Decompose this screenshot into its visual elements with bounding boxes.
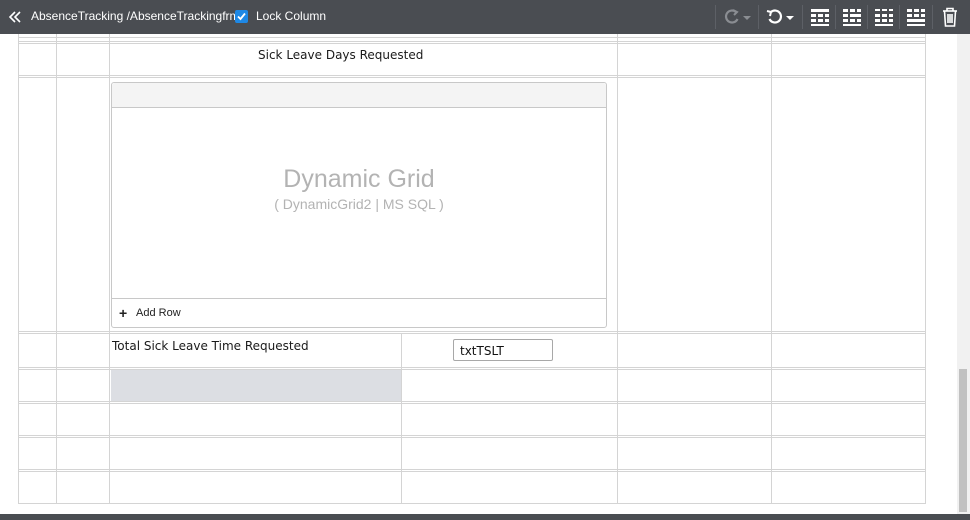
redo-button[interactable] <box>722 5 754 29</box>
delete-button[interactable] <box>938 5 962 29</box>
row-line <box>18 37 926 38</box>
form-designer-workspace: Sick Leave Days Requested Dynamic Grid (… <box>0 34 970 514</box>
row-line <box>18 469 926 472</box>
form-canvas: Sick Leave Days Requested Dynamic Grid (… <box>0 34 957 514</box>
collapse-double-chevron-icon[interactable] <box>8 8 22 26</box>
txt-tslt-field[interactable]: txtTSLT <box>453 339 553 361</box>
column-line <box>925 34 926 504</box>
layout-grid-3-button[interactable] <box>872 5 896 29</box>
row-line <box>18 401 926 404</box>
column-line <box>401 334 402 504</box>
column-line <box>56 34 57 504</box>
layout-grid-2-icon <box>843 9 861 26</box>
layout-grid-4-button[interactable] <box>904 5 928 29</box>
bottom-bar <box>0 514 970 520</box>
layout-grid-3-icon <box>875 9 893 26</box>
toolbar-divider <box>835 5 836 29</box>
dynamic-grid-header <box>112 83 606 108</box>
dynamic-grid-footer: + Add Row <box>112 298 606 327</box>
toolbar-divider <box>932 5 933 29</box>
layout-grid-4-icon <box>907 9 925 26</box>
undo-icon <box>766 9 794 24</box>
lock-column-label: Lock Column <box>256 9 327 23</box>
dynamic-grid[interactable]: Dynamic Grid ( DynamicGrid2 | MS SQL ) +… <box>111 82 607 328</box>
row-line <box>18 75 926 78</box>
toolbar-divider <box>899 5 900 29</box>
total-sick-leave-label: Total Sick Leave Time Requested <box>112 339 309 353</box>
column-line <box>617 34 618 504</box>
row-line <box>18 367 926 370</box>
column-line <box>18 34 19 504</box>
trash-icon <box>943 7 957 27</box>
row-line <box>18 503 926 504</box>
redo-icon <box>724 9 751 24</box>
sick-leave-days-label: Sick Leave Days Requested <box>258 48 424 62</box>
add-row-button[interactable]: Add Row <box>136 307 181 319</box>
dynamic-grid-subtitle: ( DynamicGrid2 | MS SQL ) <box>274 196 444 212</box>
column-line <box>771 34 772 504</box>
scrollbar-thumb[interactable] <box>959 369 967 512</box>
selected-cell[interactable] <box>111 369 401 402</box>
form-title: AbsenceTracking /AbsenceTrackingfrm <box>31 9 240 23</box>
dynamic-grid-title: Dynamic Grid <box>283 165 435 193</box>
layout-grid-2-button[interactable] <box>840 5 864 29</box>
vertical-scrollbar[interactable] <box>957 34 970 514</box>
layout-grid-1-icon <box>811 9 829 26</box>
column-line <box>109 34 110 504</box>
row-line <box>18 435 926 438</box>
plus-icon: + <box>119 305 128 321</box>
toolbar-divider <box>758 5 759 29</box>
toolbar-divider <box>715 5 716 29</box>
toolbar-divider <box>867 5 868 29</box>
row-line <box>18 41 926 44</box>
toolbar-divider <box>802 5 803 29</box>
layout-grid-1-button[interactable] <box>808 5 832 29</box>
lock-column-checkbox[interactable] <box>235 10 248 23</box>
designer-toolbar: AbsenceTracking /AbsenceTrackingfrm Lock… <box>0 0 970 34</box>
row-line <box>18 331 926 334</box>
undo-button[interactable] <box>764 5 800 29</box>
